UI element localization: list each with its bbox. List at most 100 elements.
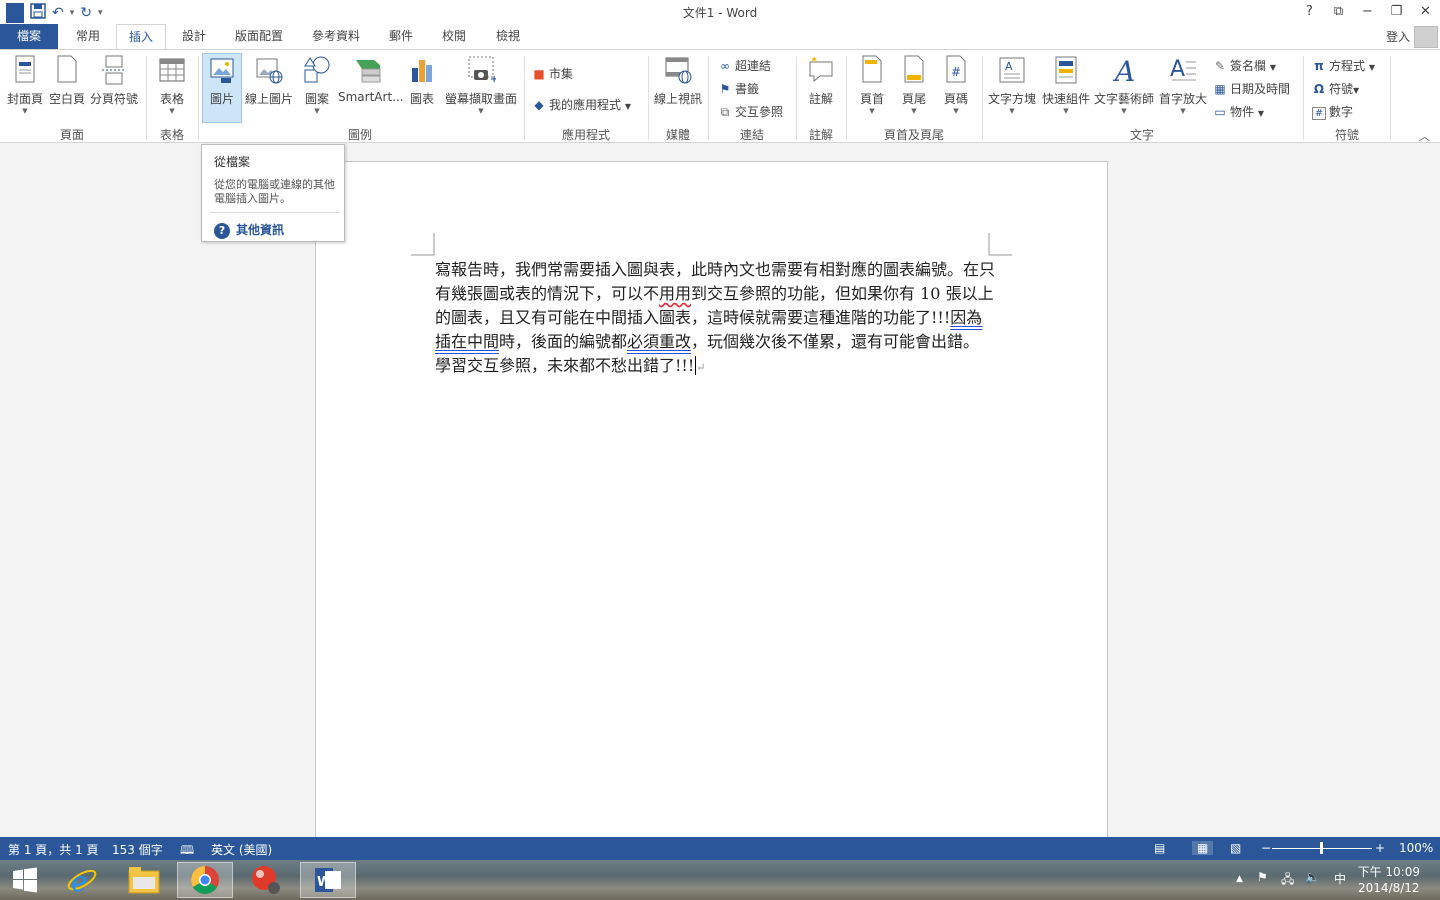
ribbon-display-button[interactable]: ⧉: [1324, 0, 1353, 24]
start-button[interactable]: [0, 862, 50, 898]
smartart-button[interactable]: SmartArt...: [338, 54, 404, 104]
blank-page-button[interactable]: 空白頁: [48, 54, 86, 107]
store-button[interactable]: ■ 市集: [532, 65, 573, 82]
zoom-out-button[interactable]: −: [1261, 841, 1271, 855]
close-button[interactable]: ✕: [1411, 0, 1440, 24]
date-time-button[interactable]: ▦ 日期及時間: [1213, 80, 1290, 97]
minimize-button[interactable]: −: [1353, 0, 1382, 24]
avatar[interactable]: [1414, 26, 1438, 48]
folder-icon: [128, 867, 160, 894]
picture-button[interactable]: 圖片: [202, 53, 242, 123]
cover-page-icon: [10, 54, 40, 86]
signature-icon: ✎: [1214, 59, 1226, 73]
screenshot-button[interactable]: + 螢幕擷取畫面 ▼: [444, 54, 518, 115]
textbox-button[interactable]: A 文字方塊 ▼: [986, 54, 1038, 115]
group-label-illustrations: 圖例: [347, 128, 372, 142]
page-number-button[interactable]: # 頁碼 ▼: [938, 54, 974, 115]
zoom-in-button[interactable]: +: [1375, 841, 1385, 855]
tooltip-more-info-link[interactable]: ? 其他資訊: [214, 221, 284, 239]
restore-button[interactable]: ❐: [1382, 0, 1411, 24]
tab-home[interactable]: 常用: [62, 24, 114, 49]
proofing-icon[interactable]: 🕮: [180, 841, 194, 862]
margin-corner-top-left: [411, 233, 435, 256]
group-label-apps: 應用程式: [561, 128, 610, 142]
document-body[interactable]: 寫報告時，我們常需要插入圖與表，此時內文也需要有相對應的圖表編號。在只有幾張圖或…: [435, 258, 995, 380]
taskbar-chrome[interactable]: [177, 862, 233, 898]
online-video-button[interactable]: 線上視訊: [652, 54, 704, 107]
page-break-button[interactable]: 分頁符號: [88, 54, 140, 107]
tab-mailings[interactable]: 郵件: [378, 24, 424, 49]
table-button[interactable]: 表格 ▼: [152, 54, 192, 115]
tab-file[interactable]: 檔案: [0, 24, 58, 49]
shapes-button[interactable]: 圖案 ▼: [296, 54, 338, 115]
title-bar: W ↶ ▾ ↻ ▾ 文件1 - Word ? ⧉ − ❐ ✕: [0, 0, 1440, 24]
quick-parts-button[interactable]: 快速組件 ▼: [1040, 54, 1092, 115]
svg-text:e: e: [71, 865, 88, 896]
chart-icon: [407, 54, 437, 86]
taskbar-file-explorer[interactable]: [116, 862, 172, 898]
taskbar-word[interactable]: W: [300, 862, 356, 898]
screenshot-icon: +: [466, 54, 498, 86]
hyperlink-button[interactable]: ∞ 超連結: [718, 57, 771, 74]
language-indicator[interactable]: 英文 (美國): [211, 841, 272, 858]
my-apps-button[interactable]: ◆ 我的應用程式 ▼: [532, 96, 631, 113]
zoom-slider-thumb[interactable]: [1320, 842, 1323, 854]
status-bar: 第 1 頁，共 1 頁 153 個字 🕮 英文 (美國) ▤ ▦ ▧ − + 1…: [0, 837, 1440, 860]
header-icon: [857, 54, 887, 86]
group-label-comments: 註解: [808, 128, 833, 142]
paragraph-mark: ↵: [696, 361, 706, 374]
word-count[interactable]: 153 個字: [112, 841, 163, 858]
tab-layout[interactable]: 版面配置: [224, 24, 294, 49]
signature-line-button[interactable]: ✎ 簽名欄 ▼: [1213, 57, 1276, 74]
comment-button[interactable]: ✶ 註解: [800, 54, 842, 107]
tray-overflow-icon[interactable]: ▲: [1236, 874, 1243, 884]
symbol-button[interactable]: Ω 符號▼: [1312, 80, 1359, 97]
taskbar: e W ▲ ⚑ 🖧 🔈 中 下午 10:09 2014/8/12: [0, 860, 1440, 900]
group-label-symbols: 符號: [1334, 128, 1359, 142]
equation-button[interactable]: π 方程式 ▼: [1312, 57, 1375, 74]
wordart-button[interactable]: A 文字藝術師 ▼: [1092, 54, 1156, 115]
chart-button[interactable]: 圖表: [404, 54, 440, 107]
group-label-header-footer: 頁首及頁尾: [883, 128, 944, 142]
network-icon[interactable]: 🖧: [1281, 870, 1294, 891]
header-button[interactable]: 頁首 ▼: [854, 54, 890, 115]
tab-insert[interactable]: 插入: [116, 24, 166, 50]
taskbar-app-4[interactable]: [238, 862, 294, 898]
print-layout-icon[interactable]: ▦: [1192, 841, 1214, 855]
web-layout-icon[interactable]: ▧: [1230, 841, 1241, 855]
taskbar-internet-explorer[interactable]: e: [54, 862, 110, 898]
cover-page-button[interactable]: 封面頁 ▼: [4, 54, 46, 115]
bookmark-button[interactable]: ⚑ 書籤: [718, 80, 759, 97]
sign-in-link[interactable]: 登入: [1386, 28, 1410, 45]
object-button[interactable]: ▭ 物件 ▼: [1213, 103, 1264, 120]
window-title: 文件1 - Word: [682, 6, 758, 20]
page-count[interactable]: 第 1 頁，共 1 頁: [8, 841, 99, 858]
volume-icon[interactable]: 🔈: [1305, 870, 1320, 884]
picture-icon: [207, 54, 237, 86]
tab-review[interactable]: 校閱: [430, 24, 478, 49]
drop-cap-button[interactable]: A 首字放大 ▼: [1158, 54, 1208, 115]
cross-reference-icon: ⧉: [720, 105, 730, 119]
tab-view[interactable]: 檢視: [484, 24, 532, 49]
store-icon: ■: [533, 67, 545, 81]
chrome-icon: [191, 866, 219, 894]
online-pictures-button[interactable]: 線上圖片: [244, 54, 294, 107]
clock[interactable]: 下午 10:09 2014/8/12: [1358, 864, 1420, 896]
wordart-icon: A: [1109, 54, 1139, 88]
svg-text:A: A: [1005, 60, 1013, 73]
cross-reference-button[interactable]: ⧉ 交互參照: [718, 103, 783, 120]
page-break-icon: [99, 54, 129, 86]
footer-button[interactable]: 頁尾 ▼: [896, 54, 932, 115]
help-button[interactable]: ?: [1295, 0, 1324, 24]
action-center-flag-icon[interactable]: ⚑: [1257, 870, 1268, 884]
read-mode-icon[interactable]: ▤: [1154, 841, 1165, 855]
grammar-flag: 必須重改: [627, 332, 692, 351]
group-label-media: 媒體: [665, 128, 690, 142]
tab-references[interactable]: 參考資料: [300, 24, 372, 49]
zoom-level[interactable]: 100%: [1399, 841, 1433, 855]
ime-indicator[interactable]: 中: [1334, 870, 1346, 887]
tab-design[interactable]: 設計: [170, 24, 218, 49]
group-label-pages: 頁面: [59, 128, 84, 142]
collapse-ribbon-icon[interactable]: ︿: [1419, 128, 1430, 144]
number-button[interactable]: # 數字: [1312, 103, 1353, 120]
